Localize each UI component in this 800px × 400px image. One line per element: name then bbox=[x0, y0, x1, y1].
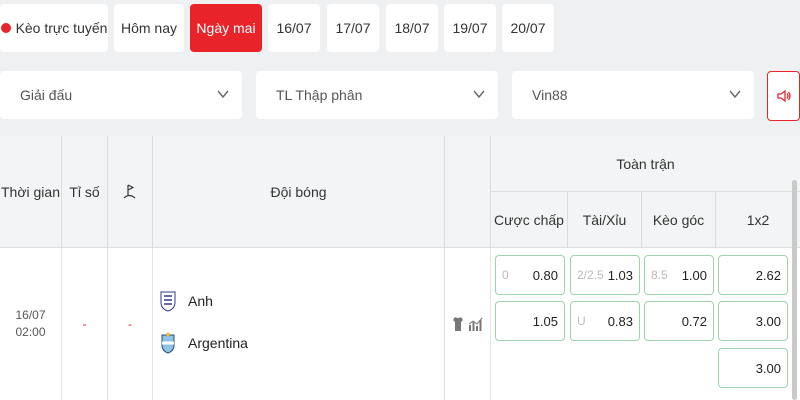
league-select-label: Giải đấu bbox=[20, 87, 73, 103]
header-over-under: Tài/Xỉu bbox=[568, 192, 642, 248]
tab-date-19[interactable]: 19/07 bbox=[444, 4, 496, 52]
away-team[interactable]: Argentina bbox=[160, 332, 248, 354]
handicap-away-value: 1.05 bbox=[532, 314, 558, 329]
tab-date-17[interactable]: 17/07 bbox=[327, 4, 379, 52]
header-corners: Kèo góc bbox=[642, 192, 716, 248]
draw-odds[interactable]: 3.00 bbox=[718, 348, 788, 388]
header-full-match: Toàn trận bbox=[491, 136, 800, 192]
away-win-value: 3.00 bbox=[755, 314, 781, 329]
away-win-odds[interactable]: 3.00 bbox=[718, 301, 788, 341]
handicap-line: 0 bbox=[502, 268, 509, 282]
league-select[interactable]: Giải đấu bbox=[0, 71, 242, 119]
over-value: 1.03 bbox=[607, 268, 633, 283]
chevron-down-icon bbox=[729, 90, 741, 99]
match-corner-score: - bbox=[108, 248, 153, 400]
header-handicap: Cược chấp bbox=[491, 192, 568, 248]
away-team-name: Argentina bbox=[188, 335, 248, 351]
header-corner bbox=[108, 136, 153, 248]
over-under-line: 2/2.5 bbox=[577, 268, 604, 282]
tab-live[interactable]: Kèo trực tuyến bbox=[0, 4, 108, 52]
stats-chart-icon[interactable] bbox=[468, 316, 484, 332]
match-teams-cell bbox=[153, 248, 445, 400]
odds-table: Thời gian Tỉ số Đội bóng Toàn trận Cược … bbox=[0, 136, 800, 400]
tab-today[interactable]: Hôm nay bbox=[114, 4, 184, 52]
speaker-icon bbox=[776, 89, 791, 103]
scrollbar[interactable] bbox=[792, 180, 797, 400]
bookmaker-label: Vin88 bbox=[532, 87, 568, 103]
corners-under-odds[interactable]: 0.72 bbox=[644, 301, 714, 341]
match-score: - bbox=[62, 248, 108, 400]
tab-tomorrow[interactable]: Ngày mai bbox=[190, 4, 262, 52]
odds-format-label: TL Thập phân bbox=[276, 87, 363, 103]
home-team[interactable]: Anh bbox=[160, 290, 213, 312]
corners-over-odds[interactable]: 8.5 1.00 bbox=[644, 255, 714, 295]
chevron-down-icon bbox=[473, 90, 485, 99]
home-win-odds[interactable]: 2.62 bbox=[718, 255, 788, 295]
header-actions bbox=[445, 136, 491, 248]
over-odds[interactable]: 2/2.5 1.03 bbox=[570, 255, 640, 295]
sound-toggle-button[interactable] bbox=[767, 71, 800, 121]
header-time: Thời gian bbox=[0, 136, 62, 248]
match-time: 16/07 02:00 bbox=[0, 248, 62, 400]
home-win-value: 2.62 bbox=[755, 268, 781, 283]
match-kickoff: 02:00 bbox=[15, 325, 46, 339]
under-odds[interactable]: U 0.83 bbox=[570, 301, 640, 341]
match-date: 16/07 bbox=[15, 308, 46, 322]
tab-date-18[interactable]: 18/07 bbox=[386, 4, 438, 52]
handicap-away-odds[interactable]: 1.05 bbox=[495, 301, 565, 341]
filter-bar: Giải đấu TL Thập phân Vin88 bbox=[0, 71, 800, 121]
handicap-home-odds[interactable]: 0 0.80 bbox=[495, 255, 565, 295]
corners-under-value: 0.72 bbox=[681, 314, 707, 329]
match-actions bbox=[445, 248, 491, 400]
home-team-name: Anh bbox=[188, 293, 213, 309]
corners-over-value: 1.00 bbox=[681, 268, 707, 283]
jersey-icon[interactable] bbox=[452, 316, 464, 332]
header-score: Tỉ số bbox=[62, 136, 108, 248]
argentina-crest-icon bbox=[161, 332, 175, 354]
header-1x2: 1x2 bbox=[716, 192, 800, 248]
corners-line: 8.5 bbox=[651, 268, 668, 282]
bookmaker-select[interactable]: Vin88 bbox=[512, 71, 754, 119]
under-value: 0.83 bbox=[607, 314, 633, 329]
handicap-home-value: 0.80 bbox=[532, 268, 558, 283]
date-tabs: Kèo trực tuyến Hôm nay Ngày mai 16/07 17… bbox=[0, 4, 800, 52]
chevron-down-icon bbox=[217, 90, 229, 99]
tab-date-20[interactable]: 20/07 bbox=[502, 4, 554, 52]
live-dot-icon bbox=[0, 23, 11, 33]
under-label: U bbox=[577, 314, 586, 328]
odds-format-select[interactable]: TL Thập phân bbox=[256, 71, 498, 119]
tab-live-label: Kèo trực tuyến bbox=[15, 20, 108, 36]
corner-flag-icon bbox=[123, 183, 136, 198]
draw-value: 3.00 bbox=[755, 361, 781, 376]
header-teams: Đội bóng bbox=[153, 136, 445, 248]
tab-date-16[interactable]: 16/07 bbox=[268, 4, 320, 52]
england-crest-icon bbox=[160, 291, 176, 312]
